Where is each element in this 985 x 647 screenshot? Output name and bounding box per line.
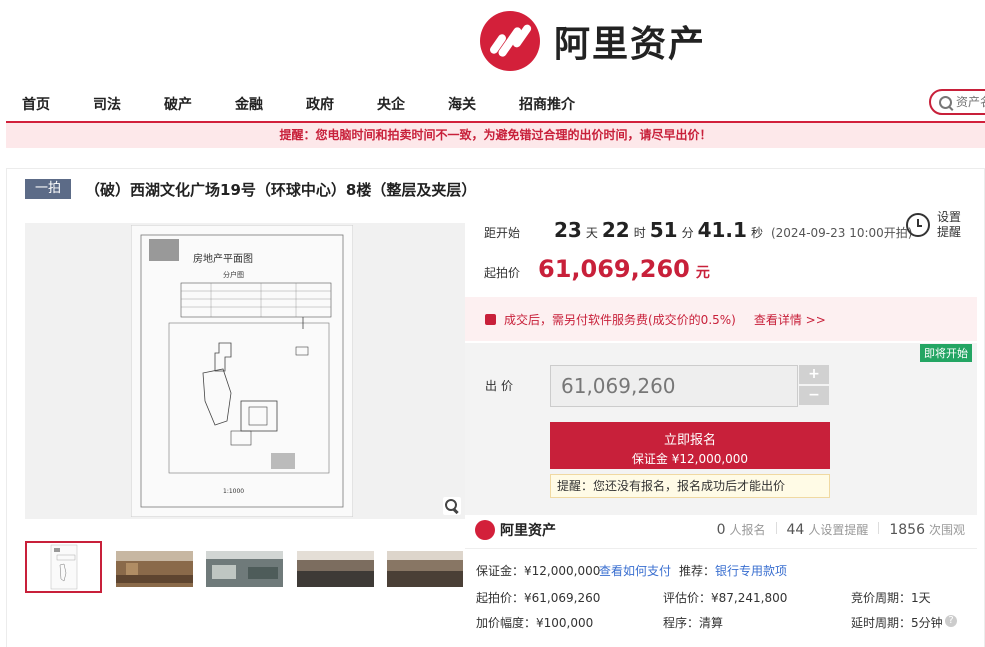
signup-tip: 提醒：您还没有报名，报名成功后才能出价 — [550, 474, 830, 498]
nav-item-judicial[interactable]: 司法 — [93, 94, 121, 114]
start-price-value: 61,069,260 — [538, 255, 690, 283]
detail-increment: 加价幅度：¥100,000 — [476, 616, 594, 630]
floor-plan-image: 房地产平面图 分户图 1:1000 — [131, 225, 353, 517]
divider — [465, 548, 977, 549]
thumbnail-4[interactable] — [297, 541, 374, 593]
reminder-count: 44 — [786, 522, 805, 538]
main-image[interactable]: 房地产平面图 分户图 1:1000 — [25, 223, 465, 519]
how-to-pay-link[interactable]: 查看如何支付 — [599, 564, 671, 578]
set-reminder-button[interactable]: 设置提醒 — [906, 208, 976, 242]
start-price-unit: 元 — [695, 265, 710, 281]
thumbnail-2[interactable] — [116, 541, 193, 593]
brand-stats-row: 阿里资产 0 人报名 44 人设置提醒 1856 次围观 — [465, 517, 977, 547]
how-to-pay-link-wrap: 查看如何支付 — [599, 562, 671, 579]
countdown-days: 23 — [554, 218, 582, 242]
signup-deposit: 保证金 ¥12,000,000 — [631, 452, 749, 466]
set-reminder-label: 设置提醒 — [937, 210, 962, 239]
brand-mini-name: 阿里资产 — [500, 523, 556, 539]
nav-item-bankruptcy[interactable]: 破产 — [164, 94, 192, 114]
detail-cycle: 竞价周期：1天 — [851, 591, 931, 605]
search-icon — [939, 95, 952, 109]
bid-panel: 即将开始 出价 + − 立即报名 保证金 ¥12,000,000 提醒：您还没有… — [465, 343, 977, 515]
signup-count-label: 人报名 — [729, 523, 766, 537]
recommend-label: 推荐： — [679, 564, 716, 578]
nav-item-customs[interactable]: 海关 — [448, 94, 476, 114]
signup-label: 立即报名 — [663, 433, 716, 448]
alarm-clock-icon — [906, 213, 930, 237]
floorplan-title: 房地产平面图 — [193, 252, 253, 265]
main-nav: 首页 司法 破产 金融 政府 央企 海关 招商推介 — [0, 86, 985, 120]
view-count: 1856 — [889, 522, 925, 538]
start-price: 起拍价 61,069,260 元 — [484, 255, 710, 283]
search-box[interactable] — [929, 89, 985, 115]
countdown-seconds: 41.1 — [697, 218, 747, 242]
help-icon[interactable]: ? — [945, 615, 957, 627]
brand-logo[interactable]: 阿里资产 — [480, 10, 706, 72]
item-title: （破）西湖文化广场19号（环球中心）8楼（整层及夹层） — [85, 180, 477, 199]
service-fee-text: 成交后，需另付软件服务费(成交价的0.5%) — [504, 312, 736, 327]
thumbnail-3[interactable] — [206, 541, 283, 593]
detail-deposit: 保证金：¥12,000,000 — [476, 564, 601, 578]
view-count-label: 次围观 — [928, 523, 965, 537]
signup-button[interactable]: 立即报名 保证金 ¥12,000,000 — [550, 422, 830, 469]
bid-label: 出价 — [485, 379, 518, 393]
brand-mini-logo-icon — [475, 520, 495, 540]
countdown: 距开始 23 天 22 时 51 分 41.1 秒 (2024-09-23 10… — [484, 218, 913, 242]
floorplan-subtitle: 分户图 — [223, 270, 244, 279]
time-notice: 提醒：您电脑时间和拍卖时间不一致，为避免错过合理的出价时间，请尽早出价！ — [6, 121, 985, 148]
search-input[interactable] — [956, 95, 985, 109]
coming-soon-badge: 即将开始 — [920, 344, 972, 362]
detail-procedure: 程序：清算 — [663, 616, 724, 630]
brand-name: 阿里资产 — [554, 24, 707, 65]
nav-item-home[interactable]: 首页 — [22, 94, 50, 114]
nav-item-finance[interactable]: 金融 — [235, 94, 263, 114]
zoom-icon[interactable] — [443, 497, 461, 515]
start-price-label: 起拍价 — [484, 266, 521, 280]
bank-account-link[interactable]: 银行专用款项 — [715, 564, 787, 578]
service-fee-notice: 成交后，需另付软件服务费(成交价的0.5%) 查看详情 >> — [465, 297, 977, 341]
thumbnail-5[interactable] — [387, 541, 463, 593]
thumbnail-floorplan — [50, 544, 78, 590]
reminder-count-label: 人设置提醒 — [808, 523, 869, 537]
bid-amount-input[interactable] — [550, 365, 798, 407]
shopping-bag-icon — [485, 313, 496, 325]
countdown-hours: 22 — [601, 218, 630, 242]
thumbnail-photo — [387, 541, 463, 593]
bid-increase-button[interactable]: + — [799, 365, 829, 384]
start-time-note: (2024-09-23 10:00开拍) — [770, 226, 913, 240]
thumbnail-1[interactable] — [25, 541, 102, 593]
detail-recommend: 推荐：银行专用款项 — [679, 562, 787, 579]
floorplan-scale: 1:1000 — [223, 488, 244, 495]
signup-count: 0 — [716, 522, 726, 538]
view-details-link[interactable]: 查看详情 >> — [754, 311, 826, 328]
brand-mark-icon — [480, 11, 540, 71]
detail-start-price: 起拍价：¥61,069,260 — [476, 591, 601, 605]
bid-decrease-button[interactable]: − — [799, 386, 829, 405]
stats: 0 人报名 44 人设置提醒 1856 次围观 — [717, 521, 965, 538]
countdown-label: 距开始 — [484, 226, 521, 240]
round-badge: 一拍 — [25, 179, 72, 199]
thumbnail-photo — [116, 541, 193, 593]
item-title-bar: 一拍 （破）西湖文化广场19号（环球中心）8楼（整层及夹层） — [25, 178, 476, 200]
thumbnail-photo — [206, 541, 283, 593]
nav-item-central-enterprise[interactable]: 央企 — [377, 94, 405, 114]
detail-delay: 延时周期：5分钟 — [851, 616, 943, 630]
nav-item-government[interactable]: 政府 — [306, 94, 334, 114]
detail-eval-price: 评估价：¥87,241,800 — [663, 591, 788, 605]
nav-item-investment[interactable]: 招商推介 — [519, 94, 575, 114]
countdown-minutes: 51 — [649, 218, 678, 242]
thumbnail-photo — [297, 541, 374, 593]
